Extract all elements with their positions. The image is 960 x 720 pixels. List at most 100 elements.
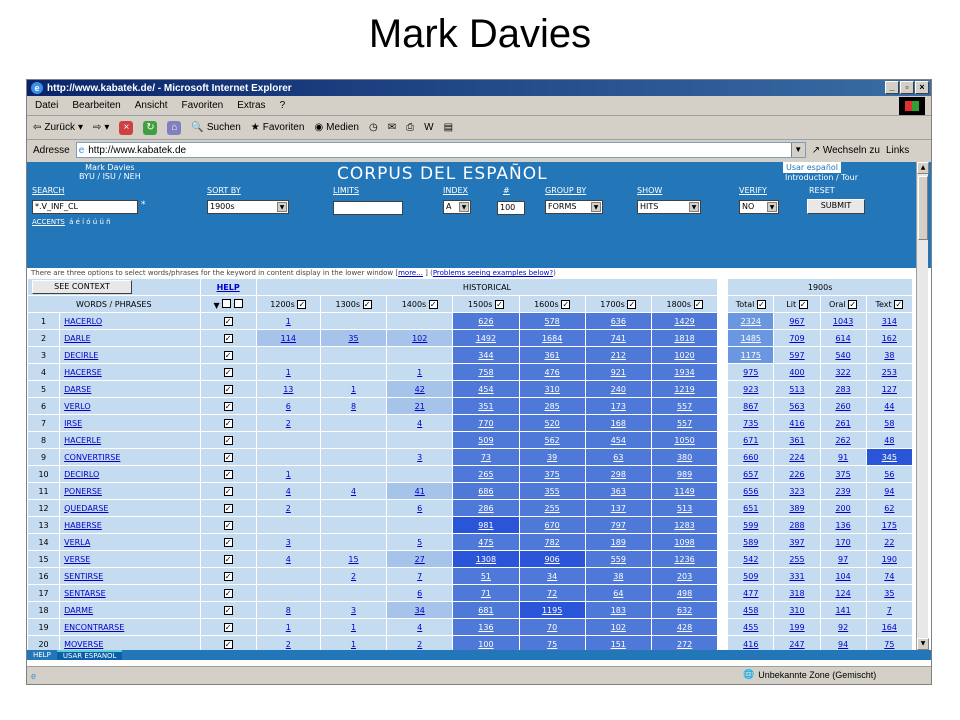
subcorpus-link[interactable]: 651 (743, 504, 758, 513)
sort-by-label[interactable]: SORT BY (207, 186, 241, 195)
close-button[interactable]: × (915, 81, 929, 94)
frequency-link[interactable]: 3 (351, 606, 356, 615)
frequency-link[interactable]: 183 (611, 606, 626, 615)
word-link[interactable]: QUEDARSE (64, 504, 108, 513)
word-link[interactable]: PONERSE (64, 487, 102, 496)
frequency-link[interactable]: 73 (481, 453, 491, 462)
checkbox-icon[interactable]: ✓ (223, 469, 233, 479)
maximize-button[interactable]: ▫ (900, 81, 914, 94)
checkbox-icon[interactable]: ✓ (362, 299, 372, 309)
frequency-link[interactable]: 21 (415, 402, 425, 411)
subcorpus-link[interactable]: 867 (743, 402, 758, 411)
usar-espanol-link[interactable]: Usar español (783, 162, 842, 173)
subcorpus-link[interactable]: 104 (835, 572, 850, 581)
checkbox-icon[interactable]: ✓ (428, 299, 438, 309)
subcorpus-link[interactable]: 389 (789, 504, 804, 513)
edit-icon[interactable]: W (424, 122, 433, 133)
address-input[interactable]: e http://www.kabatek.de ▼ (75, 142, 806, 158)
frequency-link[interactable]: 770 (478, 419, 493, 428)
discuss-icon[interactable]: ▤ (444, 122, 453, 133)
frequency-link[interactable]: 6 (417, 504, 422, 513)
word-link[interactable]: DARSE (64, 385, 91, 394)
frequency-link[interactable]: 578 (544, 317, 559, 326)
subcorpus-link[interactable]: 127 (882, 385, 897, 394)
subcorpus-link[interactable]: 975 (743, 368, 758, 377)
frequency-link[interactable]: 1 (286, 470, 291, 479)
frequency-link[interactable]: 240 (611, 385, 626, 394)
frequency-link[interactable]: 375 (544, 470, 559, 479)
frequency-link[interactable]: 562 (544, 436, 559, 445)
frequency-link[interactable]: 797 (611, 521, 626, 530)
subcorpus-link[interactable]: 162 (882, 334, 897, 343)
frequency-link[interactable]: 1429 (674, 317, 694, 326)
show-label[interactable]: SHOW (637, 186, 662, 195)
subcorpus-link[interactable]: 331 (789, 572, 804, 581)
frequency-link[interactable]: 1283 (674, 521, 694, 530)
frequency-link[interactable]: 2 (417, 640, 422, 649)
tab-help[interactable]: HELP (27, 651, 57, 659)
back-button[interactable]: ⇦ Zurück ▾ (33, 122, 83, 133)
links-button[interactable]: Links (886, 145, 909, 156)
word-link[interactable]: DARME (64, 606, 93, 615)
frequency-link[interactable]: 42 (415, 385, 425, 394)
word-link[interactable]: SENTIRSE (64, 572, 103, 581)
frequency-link[interactable]: 255 (544, 504, 559, 513)
checkbox-icon[interactable]: ✓ (223, 571, 233, 581)
frequency-link[interactable]: 670 (544, 521, 559, 530)
frequency-link[interactable]: 1 (286, 623, 291, 632)
checkbox-icon[interactable]: ✓ (223, 520, 233, 530)
subcorpus-link[interactable]: 660 (743, 453, 758, 462)
frequency-link[interactable]: 636 (611, 317, 626, 326)
search-button[interactable]: 🔍 Suchen (191, 122, 240, 133)
frequency-link[interactable]: 2 (286, 504, 291, 513)
frequency-link[interactable]: 513 (677, 504, 692, 513)
frequency-link[interactable]: 63 (613, 453, 623, 462)
frequency-link[interactable]: 137 (611, 504, 626, 513)
subcorpus-link[interactable]: 97 (838, 555, 848, 564)
subcorpus-link[interactable]: 540 (835, 351, 850, 360)
frequency-link[interactable]: 351 (478, 402, 493, 411)
frequency-link[interactable]: 1934 (674, 368, 694, 377)
frequency-link[interactable]: 1236 (674, 555, 694, 564)
frequency-link[interactable]: 212 (611, 351, 626, 360)
subcorpus-link[interactable]: 1175 (741, 351, 761, 360)
frequency-link[interactable]: 741 (611, 334, 626, 343)
subcorpus-link[interactable]: 260 (835, 402, 850, 411)
subcorpus-link[interactable]: 22 (884, 538, 894, 547)
frequency-link[interactable]: 34 (415, 606, 425, 615)
subcorpus-link[interactable]: 35 (884, 589, 894, 598)
word-link[interactable]: HACERSE (64, 368, 102, 377)
subcorpus-link[interactable]: 589 (743, 538, 758, 547)
subcorpus-link[interactable]: 345 (882, 453, 897, 462)
subcorpus-link[interactable]: 255 (789, 555, 804, 564)
frequency-link[interactable]: 1020 (674, 351, 694, 360)
frequency-link[interactable]: 6 (417, 589, 422, 598)
frequency-link[interactable]: 114 (281, 334, 296, 343)
vertical-scrollbar[interactable]: ▲ ▼ (916, 162, 929, 650)
frequency-link[interactable]: 626 (478, 317, 493, 326)
subcorpus-link[interactable]: 967 (789, 317, 804, 326)
subcorpus-link[interactable]: 224 (789, 453, 804, 462)
sort-select[interactable]: 1900s ▼ (207, 200, 289, 214)
checkbox-icon[interactable]: ✓ (223, 384, 233, 394)
frequency-link[interactable]: 310 (544, 385, 559, 394)
subcorpus-link[interactable]: 170 (835, 538, 850, 547)
checkbox-icon[interactable]: ✓ (223, 622, 233, 632)
frequency-link[interactable]: 64 (613, 589, 623, 598)
frequency-link[interactable]: 498 (677, 589, 692, 598)
subcorpus-link[interactable]: 38 (884, 351, 894, 360)
limits-input[interactable] (333, 201, 403, 215)
frequency-link[interactable]: 151 (611, 640, 626, 649)
frequency-link[interactable]: 285 (544, 402, 559, 411)
forward-button[interactable]: ⇨ ▾ (93, 122, 109, 133)
menu-ansicht[interactable]: Ansicht (135, 100, 168, 111)
subcorpus-link[interactable]: 671 (743, 436, 758, 445)
frequency-link[interactable]: 428 (677, 623, 692, 632)
checkbox-icon[interactable]: ✓ (494, 299, 504, 309)
subcorpus-link[interactable]: 455 (743, 623, 758, 632)
subcorpus-link[interactable]: 283 (835, 385, 850, 394)
checkbox-icon[interactable]: ✓ (223, 350, 233, 360)
subcorpus-link[interactable]: 477 (743, 589, 758, 598)
checkbox-icon[interactable]: ✓ (848, 299, 858, 309)
frequency-link[interactable]: 39 (547, 453, 557, 462)
